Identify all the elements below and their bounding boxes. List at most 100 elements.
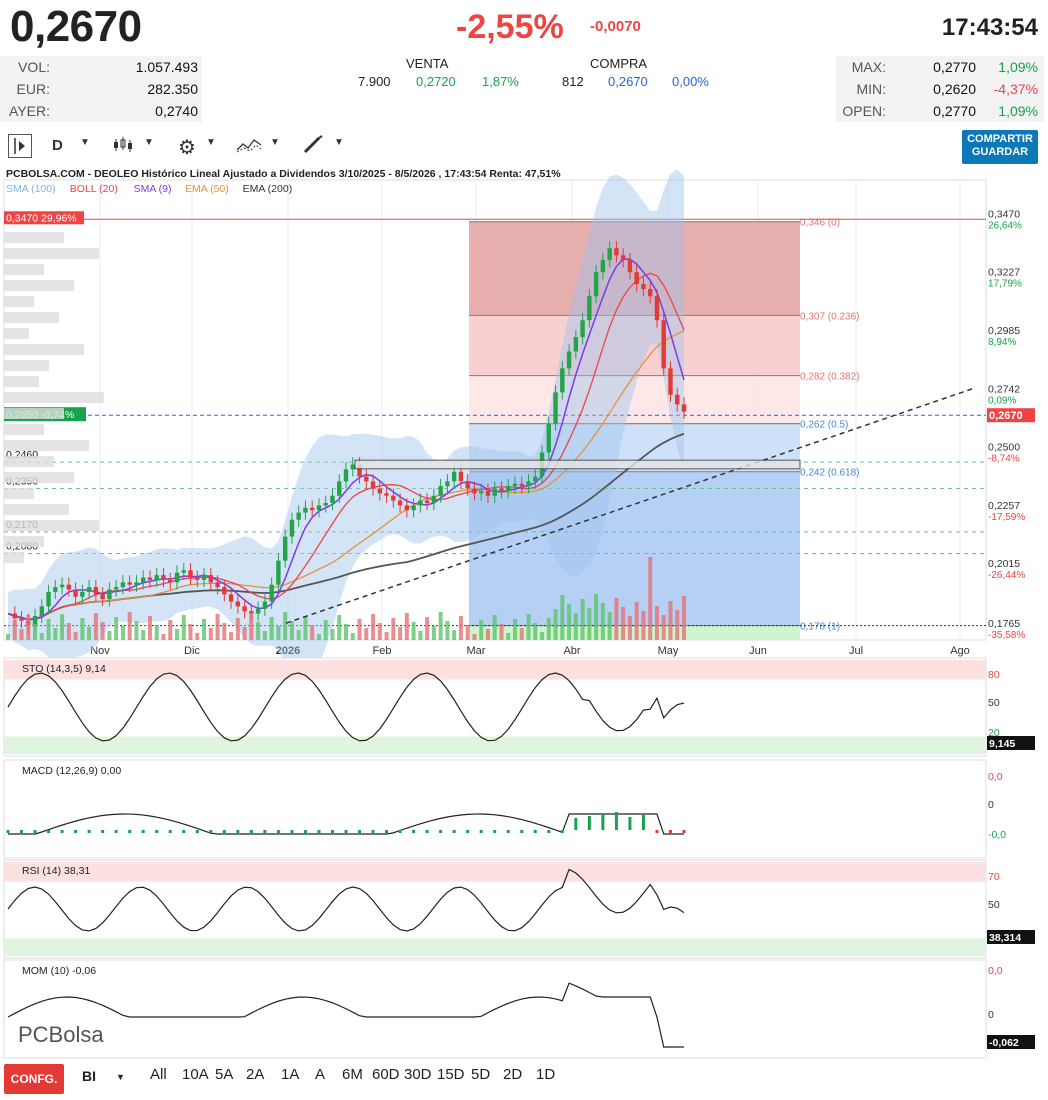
candle-body — [506, 486, 511, 491]
volume-bar — [154, 625, 159, 640]
indicator-level: 70 — [988, 871, 1000, 883]
volume-bar — [256, 622, 261, 640]
gear-icon[interactable]: ⚙ — [178, 135, 196, 160]
range-button[interactable]: 30D — [404, 1066, 432, 1083]
range-button[interactable]: 10A — [182, 1066, 209, 1083]
panel-toggle-icon[interactable] — [8, 134, 32, 158]
share-save-button[interactable]: COMPARTIR GUARDAR — [962, 130, 1038, 164]
volume-bar — [168, 620, 173, 640]
volume-bar — [519, 628, 524, 640]
range-button[interactable]: 1D — [536, 1066, 555, 1083]
legend-item: EMA (200) — [243, 183, 293, 195]
volume-profile-bar — [4, 424, 44, 435]
candle-body — [600, 260, 606, 273]
y-tick-label: 0,1765 — [988, 618, 1020, 630]
volume-profile-bar — [4, 248, 99, 259]
macd-histogram-bar — [60, 830, 64, 833]
range-button[interactable]: 5D — [471, 1066, 490, 1083]
candle-body — [141, 577, 146, 583]
volume-bar — [661, 615, 666, 640]
volume-bar — [614, 598, 619, 640]
x-tick-label: Feb — [373, 645, 392, 657]
period-select[interactable]: D — [52, 137, 63, 154]
chevron-down-icon[interactable]: ▼ — [144, 137, 154, 148]
legend-item: SMA (9) — [134, 183, 172, 195]
chevron-down-icon[interactable]: ▼ — [80, 137, 90, 148]
chevron-down-icon[interactable]: ▼ — [206, 137, 216, 148]
candle-body — [634, 272, 639, 285]
candle-body — [80, 591, 85, 597]
indicator-last-value: 9,145 — [989, 738, 1015, 750]
y-tick-label: 0,3470 — [988, 208, 1020, 220]
range-button[interactable]: 60D — [372, 1066, 400, 1083]
volume-bar — [181, 615, 186, 640]
range-button[interactable]: 6M — [342, 1066, 363, 1083]
x-tick-label: Jul — [849, 645, 863, 657]
macd-histogram-bar — [276, 830, 280, 833]
macd-histogram-bar — [412, 830, 416, 833]
chevron-down-icon[interactable]: ▼ — [334, 137, 344, 148]
macd-histogram-bar — [601, 814, 605, 830]
macd-histogram-bar — [128, 830, 132, 833]
range-button[interactable]: 1A — [281, 1066, 299, 1083]
range-button[interactable]: All — [150, 1066, 167, 1083]
macd-histogram-bar — [628, 817, 632, 830]
volume-bar — [195, 633, 200, 640]
macd-histogram-bar — [614, 812, 618, 830]
range-button[interactable]: 2A — [246, 1066, 264, 1083]
x-tick-label: Mar — [467, 645, 486, 657]
macd-histogram-bar — [371, 830, 375, 833]
volume-bar — [6, 634, 10, 640]
candle-body — [519, 483, 524, 487]
volume-bar — [344, 624, 348, 640]
high-marker-label: 0,3470 29,96% — [6, 212, 77, 224]
venta-label: VENTA — [406, 56, 449, 71]
stat-label: EUR: — [16, 81, 50, 97]
range-button[interactable]: 5A — [215, 1066, 233, 1083]
chart-type-select[interactable]: BI — [82, 1068, 96, 1084]
candle-body — [113, 587, 119, 590]
chart-area[interactable]: Nov Dic 2026 Feb Mar Abr May Jun Jul Ago0,347026,… — [0, 164, 1048, 1062]
volume-bar — [600, 603, 605, 640]
candle-body — [546, 423, 551, 453]
range-button[interactable]: 2D — [503, 1066, 522, 1083]
macd-histogram-bar — [655, 830, 659, 833]
candle-body — [614, 248, 619, 256]
indicator-level: -0,0 — [988, 829, 1006, 841]
range-button[interactable]: A — [315, 1066, 325, 1083]
macd-histogram-bar — [249, 830, 253, 833]
indicator-label: STO (14,3,5) 9,14 — [22, 663, 106, 675]
volume-bar — [269, 617, 274, 640]
compra-label: COMPRA — [590, 56, 648, 71]
x-tick-label: May — [658, 645, 679, 657]
candle-body — [181, 570, 186, 573]
config-button[interactable]: CONFG. — [4, 1064, 64, 1094]
chevron-down-icon[interactable]: ▼ — [116, 1072, 125, 1082]
quote-time: 17:43:54 — [941, 14, 1038, 41]
candle-body — [86, 587, 92, 592]
volume-profile-bar — [4, 536, 44, 547]
indicators-icon[interactable] — [236, 136, 262, 157]
candle-body — [424, 500, 430, 503]
volume-bar — [479, 620, 484, 640]
indicator-level: 50 — [988, 697, 1000, 709]
pencil-icon[interactable] — [302, 135, 324, 158]
macd-histogram-bar — [87, 830, 91, 833]
candle-body — [593, 272, 599, 297]
candle-body — [492, 488, 497, 496]
volume-bar — [141, 630, 146, 640]
y-tick-pct: -35,58% — [988, 630, 1025, 641]
candle-body — [276, 560, 281, 585]
save-label: GUARDAR — [971, 146, 1029, 158]
stat-row-ayer: AYER: 0,2740 — [0, 100, 202, 122]
chevron-down-icon[interactable]: ▼ — [270, 137, 280, 148]
candles-icon[interactable] — [112, 136, 136, 157]
macd-histogram-bar — [439, 830, 443, 833]
candle-body — [397, 500, 403, 506]
volume-bar — [492, 615, 497, 640]
candle-body — [296, 512, 301, 520]
stat-value: 0,2770 — [933, 103, 976, 119]
range-button[interactable]: 15D — [437, 1066, 465, 1083]
candle-body — [100, 594, 105, 600]
volume-bar — [303, 616, 308, 640]
